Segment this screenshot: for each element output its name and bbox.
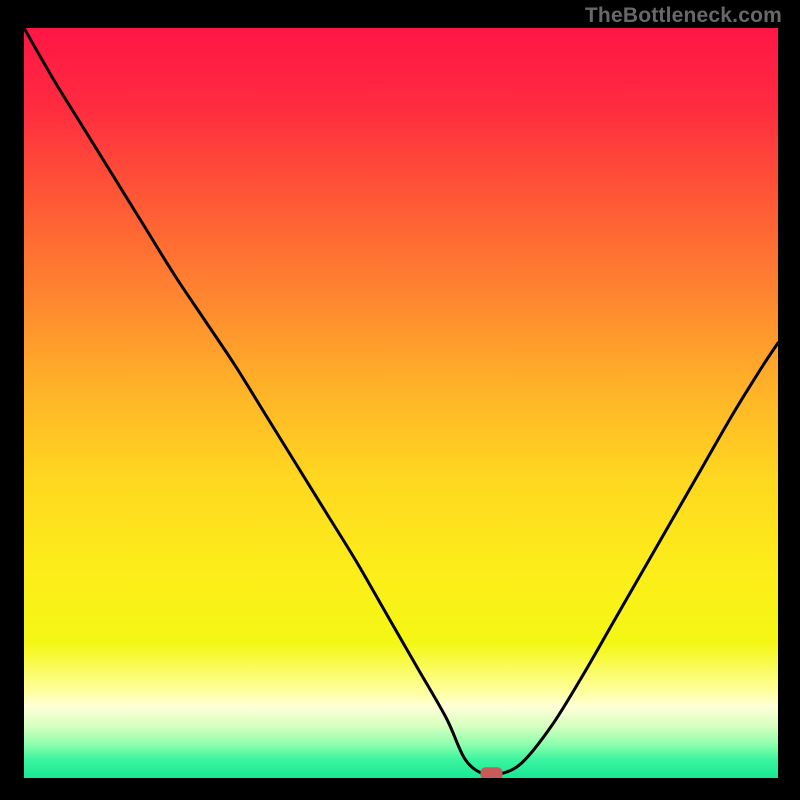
optimal-marker (480, 767, 502, 778)
chart-frame: TheBottleneck.com (0, 0, 800, 800)
plot-area (24, 28, 778, 778)
bottleneck-chart (24, 28, 778, 778)
watermark-text: TheBottleneck.com (585, 4, 782, 28)
gradient-background (24, 28, 778, 778)
